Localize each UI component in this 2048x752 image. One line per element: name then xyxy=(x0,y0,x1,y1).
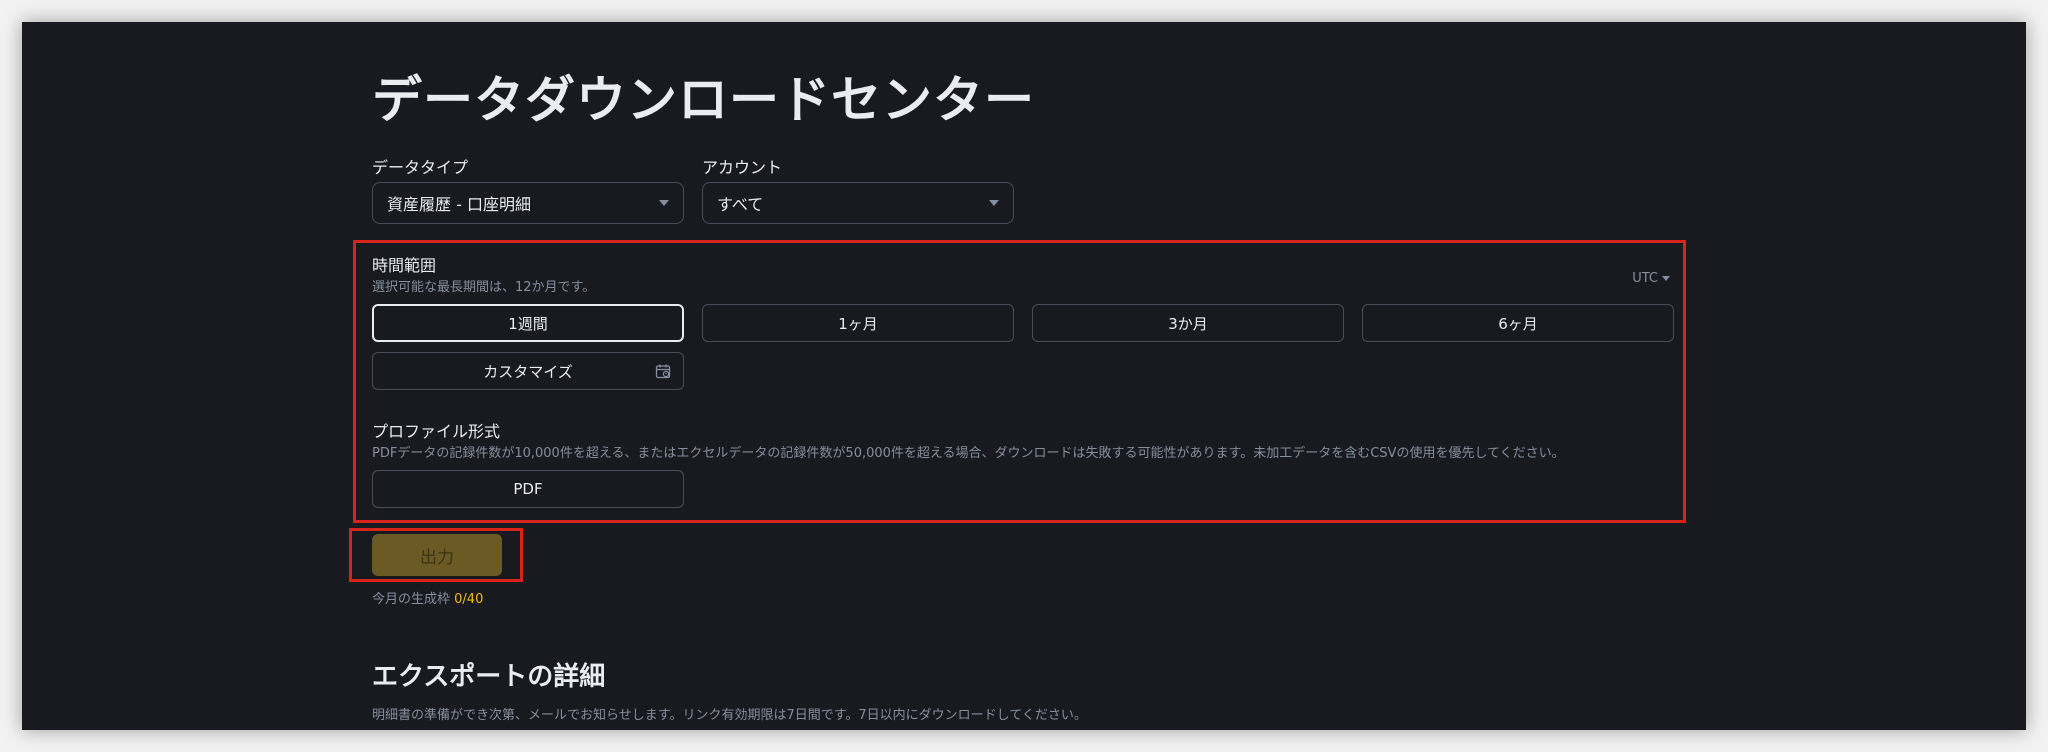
export-button[interactable]: 出力 xyxy=(372,534,502,576)
data-type-label: データタイプ xyxy=(372,158,469,177)
data-type-value: 資産履歴 - 口座明細 xyxy=(387,195,531,214)
timezone-value: UTC xyxy=(1632,271,1658,286)
profile-format-hint: PDFデータの記録件数が10,000件を超える、またはエクセルデータの記録件数が… xyxy=(372,446,1565,461)
data-type-select[interactable]: 資産履歴 - 口座明細 xyxy=(372,182,684,224)
timezone-select[interactable]: UTC xyxy=(1632,271,1670,286)
quota-text: 今月の生成枠 0/40 xyxy=(372,588,483,607)
chevron-down-icon xyxy=(1662,276,1670,281)
export-details-text: 明細書の準備ができ次第、メールでお知らせします。リンク有効期限は7日間です。7日… xyxy=(372,708,1087,723)
range-option-3-months[interactable]: 3か月 xyxy=(1032,304,1344,342)
quota-value: 0/40 xyxy=(454,592,484,607)
custom-range-label: カスタマイズ xyxy=(483,362,573,381)
range-option-1-week[interactable]: 1週間 xyxy=(372,304,684,342)
app-window: データダウンロードセンター データタイプ 資産履歴 - 口座明細 アカウント す… xyxy=(22,22,2026,730)
account-value: すべて xyxy=(717,195,764,214)
account-label: アカウント xyxy=(702,158,783,177)
account-select[interactable]: すべて xyxy=(702,182,1014,224)
chevron-down-icon xyxy=(989,200,999,206)
profile-format-label: プロファイル形式 xyxy=(372,422,501,441)
page-title: データダウンロードセンター xyxy=(372,71,1035,129)
time-range-label: 時間範囲 xyxy=(372,256,437,275)
format-option-pdf[interactable]: PDF xyxy=(372,470,684,508)
chevron-down-icon xyxy=(659,200,669,206)
quota-label: 今月の生成枠 xyxy=(372,592,451,607)
calendar-icon xyxy=(655,364,671,379)
range-option-1-month[interactable]: 1ヶ月 xyxy=(702,304,1014,342)
range-option-6-months[interactable]: 6ヶ月 xyxy=(1362,304,1674,342)
time-range-hint: 選択可能な最長期間は、12か月です。 xyxy=(372,280,596,295)
custom-range-button[interactable]: カスタマイズ xyxy=(372,352,684,390)
export-details-title: エクスポートの詳細 xyxy=(372,662,606,692)
